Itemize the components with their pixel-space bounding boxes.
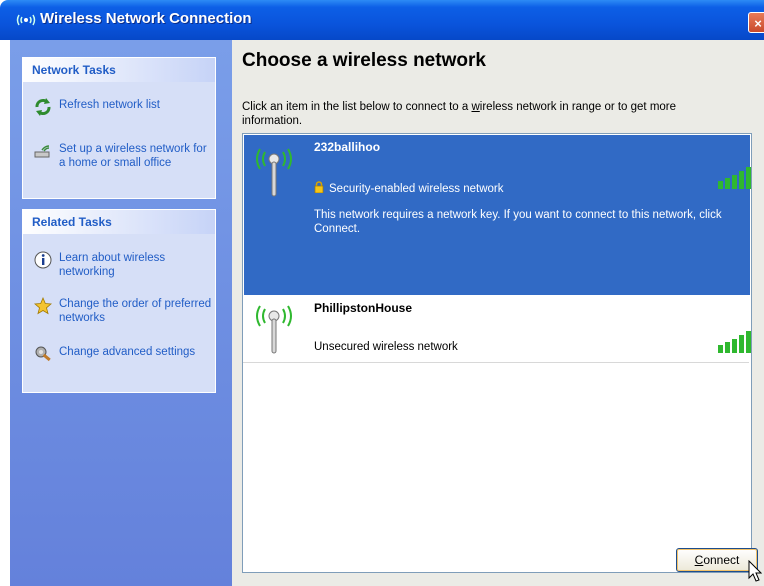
close-button[interactable]: × [748,12,764,33]
network-list-item[interactable]: 232ballihoo Security-enabled wireless ne… [244,135,751,295]
task-sidebar: Network Tasks Refresh network list Set u… [10,40,232,586]
star-icon [34,296,52,315]
instructions-text: Click an item in the list below to conne… [242,101,677,127]
signal-strength-icon [718,331,751,353]
lock-icon [314,181,324,194]
learn-about-wireless-label: Learn about wireless networking [59,252,166,278]
signal-strength-icon [718,167,751,189]
network-name: PhillipstonHouse [314,301,413,315]
related-tasks-panel: Related Tasks Learn about wireless netwo… [22,209,216,393]
settings-icon [34,345,52,363]
network-list-item[interactable]: PhillipstonHouse Unsecured wireless netw… [244,295,751,361]
main-content: Choose a wireless network Click an item … [232,40,764,586]
network-tasks-panel: Network Tasks Refresh network list Set u… [22,57,216,199]
connect-button[interactable]: Connect [676,548,758,572]
related-tasks-header[interactable]: Related Tasks [23,210,215,234]
network-name: 232ballihoo [314,140,381,154]
close-icon: × [754,16,762,31]
refresh-icon [34,98,52,116]
change-advanced-settings-label: Change advanced settings [59,346,196,358]
mouse-cursor-icon [748,560,762,582]
page-title: Choose a wireless network [242,50,486,71]
title-bar[interactable]: Wireless Network Connection × [0,0,764,40]
wireless-network-icon [14,12,38,28]
network-tasks-header[interactable]: Network Tasks [23,58,215,82]
wireless-network-list[interactable]: 232ballihoo Security-enabled wireless ne… [242,133,752,573]
change-preferred-order-label: Change the order of preferred networks [59,298,212,324]
setup-wireless-network-label: Set up a wireless network for a home or … [59,143,207,169]
network-description: This network requires a network key. If … [314,209,722,235]
info-icon [34,251,52,269]
wireless-network-connection-window: Wireless Network Connection × Network Ta… [0,0,764,586]
network-security-status: Security-enabled wireless network [314,181,504,195]
refresh-network-list-label: Refresh network list [59,99,160,111]
window-title: Wireless Network Connection [40,10,252,27]
setup-wireless-icon [34,142,52,160]
network-security-status: Unsecured wireless network [314,341,458,353]
wireless-antenna-icon [252,300,296,356]
list-divider [243,362,749,363]
wireless-antenna-icon [252,143,296,199]
